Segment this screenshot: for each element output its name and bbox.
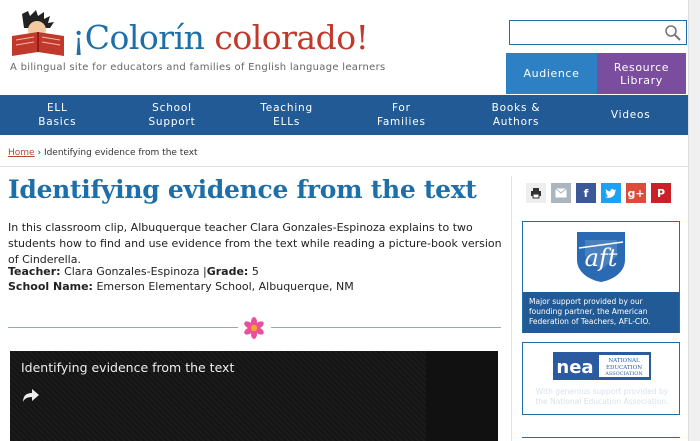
search-icon[interactable]: [664, 24, 682, 42]
teacher-line: Teacher: Clara Gonzales-Espinoza |Grade:…: [8, 264, 503, 279]
nea-logo-sub1: NATIONAL: [608, 358, 640, 364]
nav-item-ell-basics[interactable]: ELL Basics: [0, 95, 115, 135]
flower-icon: [244, 317, 264, 339]
site-logo[interactable]: ¡Colorín colorado!: [72, 18, 369, 58]
school-value: Emerson Elementary School, Albuquerque, …: [96, 280, 354, 293]
main-nav: ELL Basics School Support Teaching ELLs …: [0, 95, 688, 135]
facebook-button[interactable]: f: [576, 183, 596, 203]
twitter-icon: [605, 188, 616, 198]
grade-label: Grade:: [206, 265, 249, 278]
pinterest-button[interactable]: P: [651, 183, 671, 203]
nav-item-videos[interactable]: Videos: [573, 95, 688, 135]
breadcrumb-separator: ›: [37, 148, 42, 158]
audience-button[interactable]: Audience: [506, 53, 597, 94]
breadcrumb-home-link[interactable]: Home: [8, 148, 35, 158]
next-sponsor-card[interactable]: [522, 437, 680, 441]
print-icon: [531, 188, 541, 199]
teacher-label: Teacher:: [8, 265, 61, 278]
share-buttons: f g+ P: [526, 183, 671, 203]
google-plus-button[interactable]: g+: [626, 183, 646, 203]
logo-word-colorin: ¡Colorín: [72, 18, 205, 57]
nav-item-school-support[interactable]: School Support: [115, 95, 230, 135]
sidebar-divider: [511, 176, 512, 441]
section-divider-right: [271, 327, 501, 328]
nav-item-teaching-ells[interactable]: Teaching ELLs: [229, 95, 344, 135]
site-header: ¡Colorín colorado! A bilingual site for …: [0, 0, 700, 95]
google-plus-icon: g+: [627, 186, 645, 200]
resource-library-label: Resource Library: [613, 60, 670, 87]
aft-sponsor-card[interactable]: aft Major support provided by our foundi…: [522, 221, 680, 333]
nea-sponsor-text: With generous support provided by the Na…: [535, 387, 669, 406]
school-line: School Name: Emerson Elementary School, …: [8, 279, 503, 294]
article-meta: Teacher: Clara Gonzales-Espinoza |Grade:…: [8, 264, 503, 294]
nea-logo-sub3: ASSOCIATION: [604, 371, 643, 377]
aft-logo: aft: [523, 222, 679, 292]
site-tagline: A bilingual site for educators and famil…: [10, 62, 386, 73]
nav-item-books-authors[interactable]: Books & Authors: [459, 95, 574, 135]
print-button[interactable]: [526, 183, 546, 203]
pinterest-icon: P: [656, 186, 666, 200]
nea-logo-word: nea: [556, 357, 593, 378]
page-scrollbar[interactable]: [688, 0, 700, 441]
nea-logo: nea NATIONAL EDUCATION ASSOCIATION: [553, 352, 651, 380]
resource-library-button[interactable]: Resource Library: [597, 53, 686, 94]
video-title[interactable]: Identifying evidence from the text: [21, 360, 234, 375]
share-icon[interactable]: [22, 387, 40, 403]
breadcrumb-divider: [0, 166, 688, 167]
search-input[interactable]: [509, 20, 687, 45]
logo-word-colorado: colorado!: [214, 18, 369, 57]
twitter-button[interactable]: [601, 183, 621, 203]
nea-sponsor-card[interactable]: nea NATIONAL EDUCATION ASSOCIATION With …: [522, 342, 680, 415]
aft-sponsor-text: Major support provided by our founding p…: [523, 292, 679, 333]
teacher-value: Clara Gonzales-Espinoza: [64, 265, 200, 278]
svg-text:aft: aft: [585, 244, 618, 272]
email-icon: [555, 188, 567, 198]
breadcrumb: Home › Identifying evidence from the tex…: [8, 148, 198, 158]
article-intro: In this classroom clip, Albuquerque teac…: [8, 221, 502, 266]
page-title: Identifying evidence from the text: [8, 175, 477, 204]
logo-mascot-icon[interactable]: [8, 10, 72, 60]
school-label: School Name:: [8, 280, 93, 293]
breadcrumb-current: Identifying evidence from the text: [43, 148, 198, 158]
aft-logo-icon: aft: [577, 232, 625, 282]
section-divider-left: [8, 327, 238, 328]
email-button[interactable]: [551, 183, 571, 203]
facebook-icon: f: [583, 186, 589, 200]
nav-item-for-families[interactable]: For Families: [344, 95, 459, 135]
video-player[interactable]: Identifying evidence from the text: [10, 351, 498, 441]
grade-value: 5: [251, 265, 259, 278]
